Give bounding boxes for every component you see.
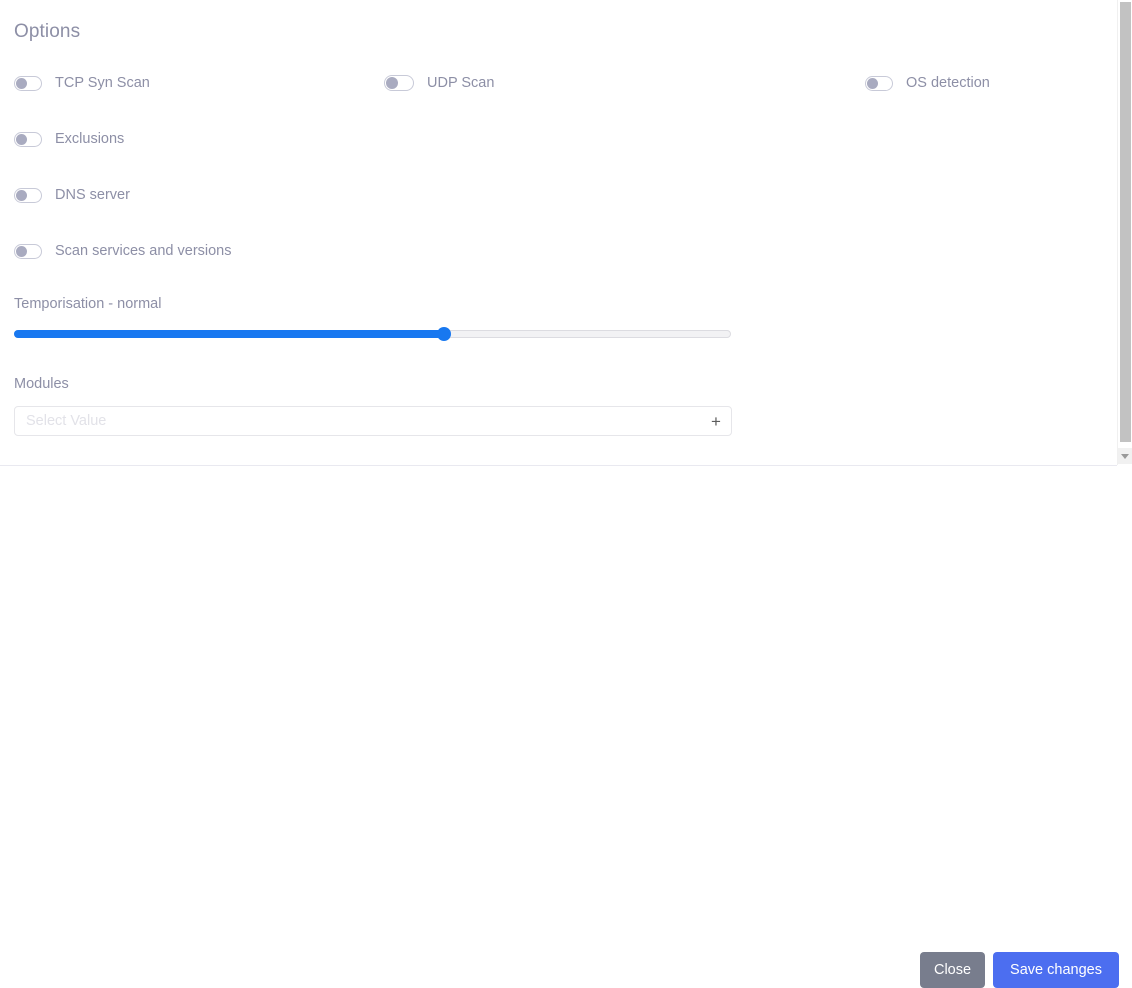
toggle-switch[interactable] — [14, 243, 42, 259]
options-dialog: Options TCP Syn Scan UDP Scan OS detection… — [0, 0, 1132, 988]
toggle-row[interactable]: TCP Syn Scan — [14, 70, 150, 96]
scrollbar-thumb[interactable] — [1120, 2, 1131, 442]
toggle-knob — [16, 133, 27, 145]
toggle-knob — [16, 189, 27, 201]
temporisation-slider[interactable] — [14, 327, 731, 341]
save-changes-button[interactable]: Save changes — [993, 952, 1119, 988]
close-button[interactable]: Close — [920, 952, 985, 988]
toggle-knob — [16, 245, 27, 257]
temporisation-label: Temporisation - normal — [14, 296, 162, 312]
modules-select-placeholder: Select Value — [26, 413, 107, 429]
toggle-row[interactable]: OS detection — [865, 70, 990, 96]
dialog-body: Options TCP Syn Scan UDP Scan OS detection… — [0, 0, 1117, 465]
modules-label: Modules — [14, 376, 69, 392]
toggle-row[interactable]: Scan services and versions — [14, 238, 232, 264]
slider-fill — [14, 330, 445, 338]
toggle-row[interactable]: DNS server — [14, 182, 130, 208]
dialog-footer: Close Save changes — [0, 466, 1119, 988]
toggle-knob — [16, 77, 27, 89]
vertical-scrollbar[interactable] — [1117, 0, 1132, 465]
toggle-switch[interactable] — [384, 75, 414, 91]
toggle-switch[interactable] — [865, 75, 893, 91]
toggle-label: Exclusions — [55, 131, 125, 147]
scroll-down-button[interactable] — [1118, 448, 1132, 464]
page-title: Options — [14, 21, 81, 42]
toggle-label: OS detection — [906, 75, 990, 91]
toggle-switch[interactable] — [14, 187, 42, 203]
slider-thumb[interactable] — [437, 327, 452, 341]
toggle-knob — [867, 77, 878, 89]
toggle-label: TCP Syn Scan — [55, 75, 150, 91]
toggle-row[interactable]: Exclusions — [14, 126, 124, 152]
modules-select[interactable]: Select Value + — [14, 406, 732, 436]
plus-icon[interactable]: + — [701, 407, 731, 435]
toggle-row[interactable]: UDP Scan — [384, 70, 494, 96]
toggle-label: Scan services and versions — [55, 243, 232, 259]
toggle-switch[interactable] — [14, 131, 42, 147]
toggle-switch[interactable] — [14, 75, 42, 91]
toggle-label: DNS server — [55, 187, 130, 203]
toggle-knob — [386, 77, 398, 89]
toggle-label: UDP Scan — [427, 75, 495, 91]
chevron-down-icon — [1121, 453, 1129, 459]
